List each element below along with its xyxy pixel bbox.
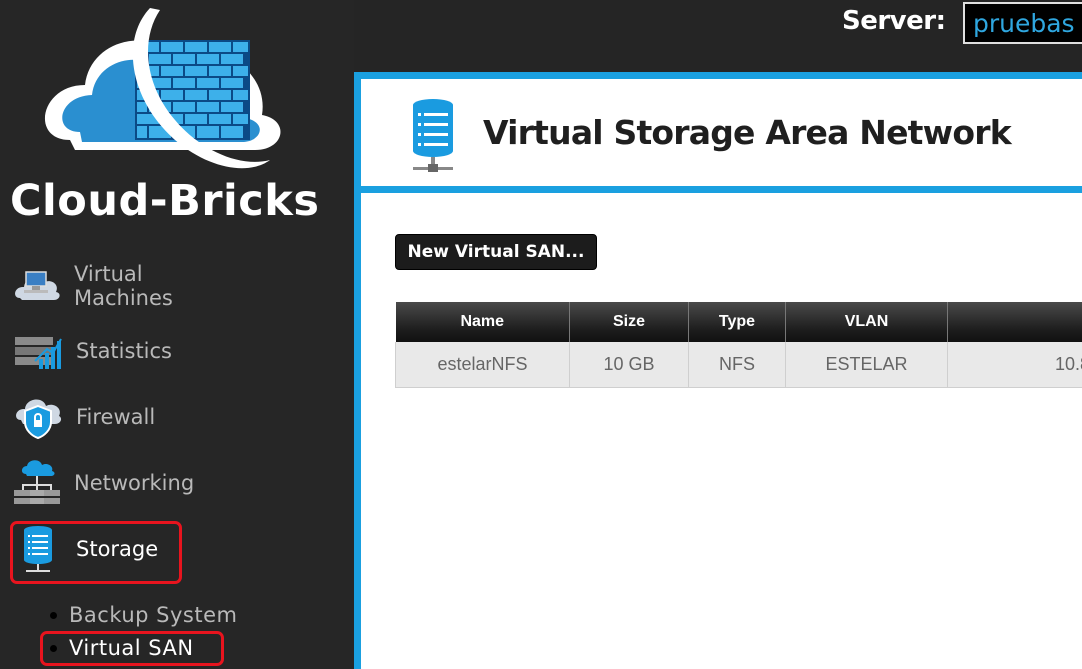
cell-vlan: ESTELAR — [785, 342, 948, 388]
virtual-san-table: Name Size Type VLAN estelarNFS 10 GB NFS… — [395, 302, 1082, 388]
sidebar-subitem-label: Backup System — [69, 603, 238, 627]
bullet-icon — [50, 611, 57, 619]
table-header-row: Name Size Type VLAN — [395, 302, 1082, 342]
cell-type: NFS — [688, 342, 786, 388]
sidebar-subitem-label: Virtual SAN — [69, 636, 194, 660]
sidebar: Cloud-Bricks Virtual Machines Statistics… — [0, 0, 354, 669]
bullet-icon — [50, 644, 57, 652]
virtual-machines-icon — [12, 260, 62, 312]
cloud-bricks-logo-icon — [44, 8, 281, 169]
sidebar-item-networking[interactable]: Networking — [12, 454, 194, 512]
sidebar-item-firewall[interactable]: Firewall — [12, 388, 182, 446]
storage-database-icon — [12, 523, 64, 575]
sidebar-item-label: Storage — [76, 537, 159, 561]
column-header-address[interactable] — [947, 302, 1082, 342]
sidebar-subitem-backup-system[interactable]: Backup System — [50, 601, 237, 629]
cloud-bricks-logo[interactable]: Cloud-Bricks — [0, 0, 340, 240]
sidebar-subitem-virtual-san[interactable]: Virtual SAN — [50, 634, 194, 662]
page-header: Virtual Storage Area Network — [361, 79, 1082, 193]
column-header-vlan[interactable]: VLAN — [785, 302, 948, 342]
column-header-name[interactable]: Name — [395, 302, 570, 342]
server-label: Server: — [842, 6, 946, 36]
statistics-icon — [12, 325, 64, 377]
sidebar-item-statistics[interactable]: Statistics — [12, 322, 182, 380]
networking-icon — [12, 457, 62, 509]
sidebar-item-label: Networking — [74, 471, 195, 495]
cell-name: estelarNFS — [395, 342, 570, 388]
server-select[interactable]: pruebas — [963, 2, 1082, 44]
sidebar-item-label: Virtual Machines — [74, 262, 173, 310]
firewall-shield-icon — [12, 391, 64, 443]
table-row[interactable]: estelarNFS 10 GB NFS ESTELAR 10.80.1 — [395, 342, 1082, 388]
sidebar-item-label: Statistics — [76, 339, 172, 363]
cell-size: 10 GB — [569, 342, 689, 388]
sidebar-item-virtual-machines[interactable]: Virtual Machines — [12, 257, 182, 315]
storage-database-icon — [409, 97, 457, 181]
brand-name: Cloud-Bricks — [10, 176, 320, 226]
sidebar-item-label: Firewall — [76, 405, 156, 429]
main-panel: Virtual Storage Area Network New Virtual… — [354, 72, 1082, 669]
new-virtual-san-button[interactable]: New Virtual SAN... — [395, 234, 597, 270]
page-title: Virtual Storage Area Network — [483, 113, 1012, 152]
column-header-type[interactable]: Type — [688, 302, 786, 342]
sidebar-item-storage[interactable]: Storage — [12, 520, 182, 578]
cell-address: 10.80.1 — [947, 342, 1082, 388]
column-header-size[interactable]: Size — [569, 302, 689, 342]
